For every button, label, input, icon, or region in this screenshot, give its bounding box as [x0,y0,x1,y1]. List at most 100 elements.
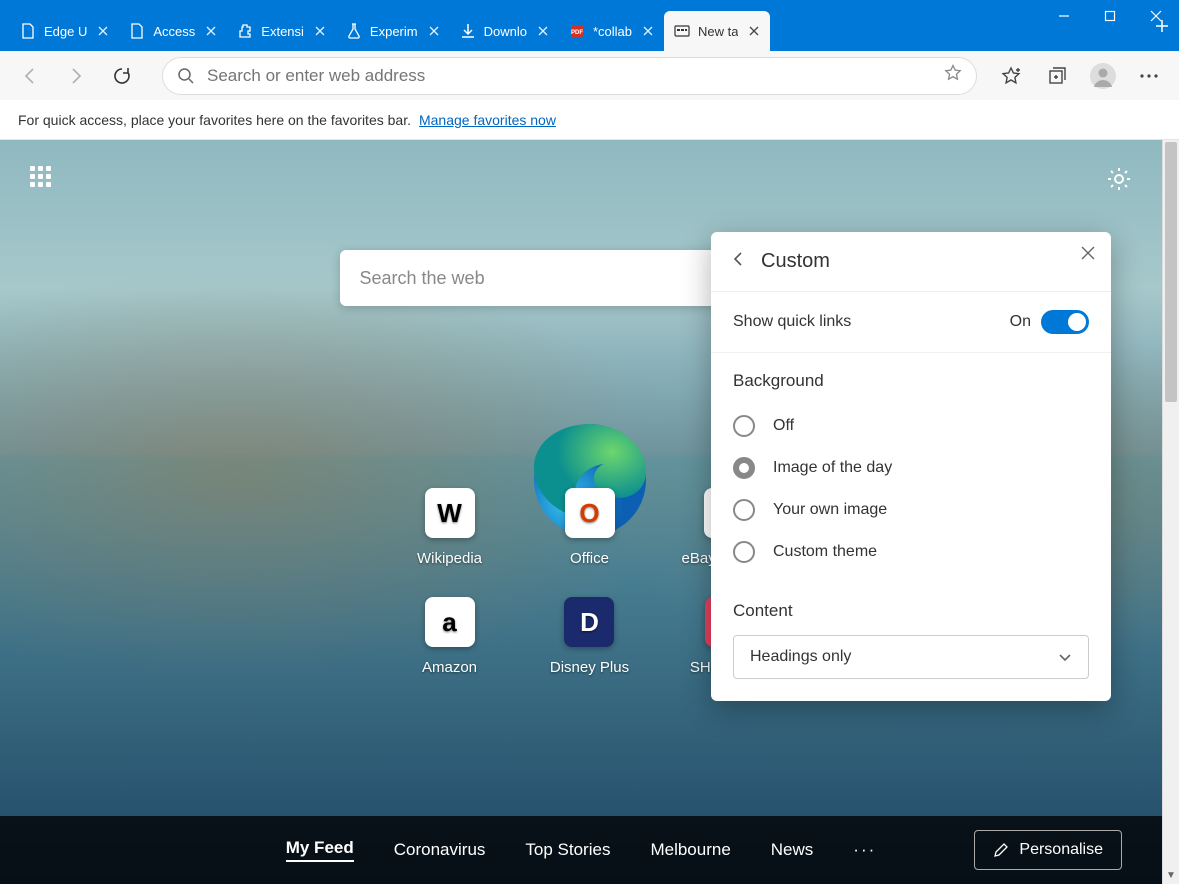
svg-text:PDF: PDF [571,30,583,36]
tab-close-button[interactable] [312,23,328,39]
feed-tab[interactable]: News [771,840,814,860]
feed-bar: My Feed Coronavirus Top Stories Melbourne Ne… [0,816,1162,884]
ntp-icon [674,23,690,39]
pencil-icon [993,842,1009,858]
back-button[interactable] [10,56,50,96]
tab-label: Experim [370,24,418,39]
pdf-icon: PDF [569,23,585,39]
window-controls [1041,0,1179,32]
tab[interactable]: Access [119,11,227,51]
tab[interactable]: Experim [336,11,450,51]
panel-back-button[interactable] [731,252,745,271]
quick-link-icon: W [425,488,475,538]
refresh-button[interactable] [102,56,142,96]
profile-button[interactable] [1083,56,1123,96]
tab-label: Access [153,24,195,39]
content-dropdown-value: Headings only [750,648,851,666]
background-section-title: Background [733,371,1089,391]
background-option-label: Custom theme [773,543,877,561]
manage-favorites-link[interactable]: Manage favorites now [419,112,556,128]
panel-title: Custom [761,250,830,273]
radio-icon [733,499,755,521]
tab-strip: Edge U Access Extensi Experim Downlo PDF *coll… [10,11,1141,51]
tab[interactable]: PDF *collab [559,11,664,51]
chevron-down-icon [1058,650,1072,664]
tab-label: *collab [593,24,632,39]
scroll-down-arrow[interactable]: ▼ [1163,867,1179,884]
page-settings-gear-icon[interactable] [1106,166,1132,198]
quick-link[interactable]: a Amazon [422,597,477,676]
toolbar [0,51,1179,100]
favorites-bar: For quick access, place your favorites h… [0,100,1179,140]
download-icon [460,23,476,39]
content-section-title: Content [733,601,1089,621]
tab-close-button[interactable] [746,23,762,39]
radio-icon [733,457,755,479]
content-dropdown[interactable]: Headings only [733,635,1089,679]
background-option[interactable]: Custom theme [733,531,1089,573]
quick-link-icon: D [564,597,614,647]
radio-icon [733,415,755,437]
favorites-hint-text: For quick access, place your favorites h… [18,112,411,128]
tab-close-button[interactable] [535,23,551,39]
address-bar[interactable] [162,57,977,95]
background-option[interactable]: Image of the day [733,447,1089,489]
tab-close-button[interactable] [203,23,219,39]
quick-link[interactable]: W Wikipedia [417,488,482,567]
background-option-label: Off [773,417,794,435]
flask-icon [346,23,362,39]
tab[interactable]: Extensi [227,11,336,51]
quick-link[interactable]: O Office [565,488,615,567]
quick-link-icon: O [565,488,615,538]
address-input[interactable] [207,66,932,86]
maximize-button[interactable] [1087,0,1133,32]
show-quick-links-label: Show quick links [733,313,851,331]
collections-button[interactable] [1037,56,1077,96]
favorite-star-icon[interactable] [944,64,962,87]
page-viewport: Search the web WWikipediaOOfficeeeBay Au… [0,140,1179,884]
quick-link[interactable]: DDisney Plus [550,597,629,676]
feed-tab[interactable]: My Feed [286,838,354,862]
background-option[interactable]: Your own image [733,489,1089,531]
quick-link-label: Amazon [422,659,477,676]
ntp-search-placeholder: Search the web [360,268,485,289]
tab-close-button[interactable] [640,23,656,39]
background-option[interactable]: Off [733,405,1089,447]
show-quick-links-toggle[interactable] [1041,310,1089,334]
app-launcher-icon[interactable] [30,166,51,198]
feed-tab[interactable]: Melbourne [650,840,730,860]
tab-close-button[interactable] [426,23,442,39]
tab[interactable]: New ta [664,11,770,51]
personalise-button[interactable]: Personalise [974,830,1122,870]
feed-tab[interactable]: Coronavirus [394,840,486,860]
quick-link-label: Wikipedia [417,550,482,567]
close-window-button[interactable] [1133,0,1179,32]
tab-label: Downlo [484,24,527,39]
forward-button[interactable] [56,56,96,96]
tab-label: Edge U [44,24,87,39]
background-option-label: Your own image [773,501,887,519]
feed-more-button[interactable]: ··· [853,840,876,860]
favorites-button[interactable] [991,56,1031,96]
tab[interactable]: Downlo [450,11,559,51]
quick-link-label: Office [570,550,609,567]
background-option-label: Image of the day [773,459,892,477]
extension-icon [237,23,253,39]
tab-close-button[interactable] [95,23,111,39]
title-bar: Edge U Access Extensi Experim Downlo PDF *coll… [0,0,1179,51]
settings-menu-button[interactable] [1129,56,1169,96]
quick-link-icon: a [425,597,475,647]
minimize-button[interactable] [1041,0,1087,32]
tab-label: New ta [698,24,738,39]
search-icon [177,67,195,85]
custom-settings-panel: Custom Show quick links On Background Of… [711,232,1111,701]
feed-tab[interactable]: Top Stories [525,840,610,860]
page-icon [129,23,145,39]
vertical-scrollbar[interactable]: ▲ ▼ [1162,140,1179,884]
tab[interactable]: Edge U [10,11,119,51]
scroll-thumb[interactable] [1165,142,1177,402]
page-icon [20,23,36,39]
panel-close-button[interactable] [1081,246,1095,265]
tab-label: Extensi [261,24,304,39]
radio-icon [733,541,755,563]
